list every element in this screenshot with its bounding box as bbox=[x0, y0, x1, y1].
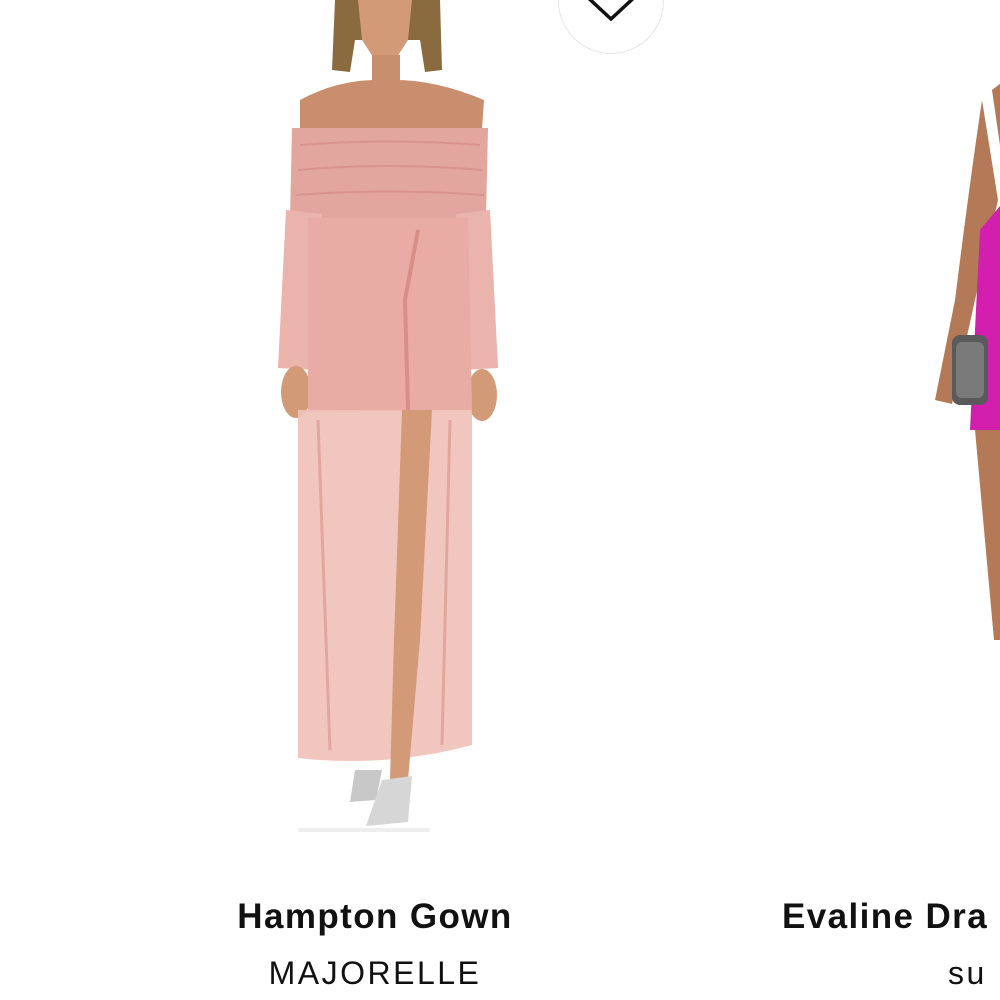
product-name[interactable]: Hampton Gown bbox=[150, 893, 600, 941]
product-brand[interactable]: su bbox=[948, 951, 1000, 995]
product-image[interactable] bbox=[150, 0, 664, 850]
product-card-evaline[interactable]: Evaline Dra su bbox=[760, 0, 1000, 1000]
dress-model-illustration bbox=[935, 83, 1000, 640]
product-brand[interactable]: MAJORELLE bbox=[150, 951, 600, 995]
product-name[interactable]: Evaline Dra bbox=[782, 893, 1000, 941]
product-card-hampton-gown[interactable]: Hampton Gown MAJORELLE bbox=[150, 0, 664, 1000]
heart-outline-icon bbox=[587, 0, 635, 21]
dress-model-illustration bbox=[278, 0, 498, 832]
product-image[interactable] bbox=[760, 0, 1000, 850]
